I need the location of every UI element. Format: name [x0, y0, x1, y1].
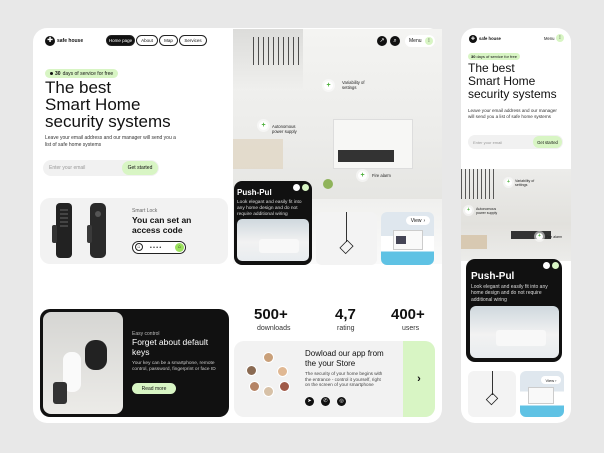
mobile-push-pul-title: Push-Pul [471, 271, 515, 282]
stat-rating-value: 4,7 [335, 306, 356, 323]
hero-title-line3: security systems [45, 112, 171, 131]
autonomous-label: Autonomous power supply [272, 124, 297, 135]
stat-rating-label: rating [337, 325, 355, 332]
mobile-title-line3: security systems [468, 87, 557, 101]
lock-device-image-2 [87, 203, 106, 258]
app-title: Dowload our app from the your Store [305, 349, 384, 368]
menu-button[interactable]: Menu ⁞ [405, 35, 435, 47]
stat-users-label: users [402, 325, 420, 332]
read-more-button[interactable]: Read more [132, 383, 176, 394]
nav-home[interactable]: Home page [106, 35, 135, 46]
mobile-fire-label: Fire alarm [546, 235, 563, 239]
stat-users-value: 400+ [391, 306, 425, 323]
mobile-push-pul-photo [470, 306, 559, 358]
fire-alarm-label: Fire alarm [372, 173, 391, 178]
chevron-right-icon: › [423, 217, 426, 224]
mobile-hero-title: The best Smart Home security systems [468, 62, 557, 101]
mobile-logo-icon[interactable]: ✚ [469, 35, 477, 43]
badge-dot-icon [50, 72, 53, 75]
view-label: View [410, 217, 422, 224]
hero-title-line1: The best [45, 78, 112, 97]
stat-downloads-value: 500+ [254, 306, 288, 323]
variability-label: Variability of settings [342, 80, 365, 91]
whatsapp-icon[interactable]: ✆ [321, 397, 330, 406]
view-button[interactable]: View › [406, 216, 430, 225]
avatar [246, 365, 257, 376]
avatar [277, 366, 288, 377]
variability-hotspot-icon[interactable]: + [324, 81, 333, 90]
arrow-right-icon: › [417, 373, 421, 385]
nav-map[interactable]: Map [159, 35, 178, 46]
share-icon[interactable]: ↗ [377, 36, 387, 46]
menu-label: Menu [409, 38, 422, 44]
nav-about[interactable]: About [136, 35, 158, 46]
mobile-badge-days: 30 [471, 54, 476, 59]
globe-icon[interactable]: ◎ [337, 397, 346, 406]
mobile-brand-name: safe house [479, 36, 501, 41]
lock-tag: Smart Lock [132, 208, 158, 214]
search-icon[interactable]: ⌕ [390, 36, 400, 46]
avatar [279, 381, 290, 392]
brand-name: safe house [57, 38, 84, 44]
push-pul-desc: Look elegant and easily fit into any hom… [237, 200, 302, 217]
mobile-badge-text: days of service for free [476, 54, 517, 59]
push-pul-photo [237, 219, 309, 261]
mobile-free-badge: 30 days of service for free [468, 53, 520, 60]
autonomous-hotspot-icon[interactable]: + [259, 121, 268, 130]
push-pul-add-icon[interactable] [302, 184, 309, 191]
lock-device-image [52, 203, 72, 258]
avatar [263, 386, 274, 397]
mobile-push-pul-toggle-icon[interactable] [543, 262, 550, 269]
mobile-get-started-button[interactable]: Get started [533, 136, 562, 148]
keys-title: Forget about default keys [132, 337, 209, 357]
mobile-autonomous-hotspot-icon[interactable]: + [465, 207, 472, 214]
logo-icon[interactable]: ✚ [45, 36, 55, 46]
mobile-autonomous-label: Autonomous power supply [476, 207, 498, 216]
telegram-icon[interactable]: ➤ [305, 397, 314, 406]
app-desc: The security of your home begins with th… [305, 371, 383, 388]
hero-title: The best Smart Home security systems [45, 79, 171, 130]
hero-title-line2: Smart Home [45, 95, 141, 114]
mobile-email-input[interactable]: Enter your email [473, 140, 502, 145]
nav-services[interactable]: Services [179, 35, 207, 46]
home-icon: ⌂ [135, 243, 143, 251]
mobile-lamp-card [468, 371, 516, 417]
get-started-button[interactable]: Get started [122, 161, 158, 175]
pendant-lamp-icon [339, 239, 354, 255]
mobile-menu-label[interactable]: Menu [544, 36, 554, 41]
mobile-variability-hotspot-icon[interactable]: + [505, 179, 512, 186]
lamp-card [316, 212, 377, 265]
mobile-fire-hotspot-icon[interactable]: + [536, 233, 543, 240]
code-dots: • • • • [150, 245, 162, 251]
mobile-pendant-lamp-icon [485, 392, 499, 406]
unlock-icon[interactable]: ⌂ [175, 243, 184, 252]
mobile-grid-icon[interactable]: ⁞ [556, 34, 564, 42]
fire-alarm-hotspot-icon[interactable]: + [358, 171, 367, 180]
avatar [249, 381, 260, 392]
mobile-push-pul-add-icon[interactable] [552, 262, 559, 269]
avatar [263, 352, 274, 363]
mobile-push-pul-desc: Look elegant and easily fit into any hom… [471, 284, 548, 303]
mobile-chevron-right-icon: › [555, 377, 557, 383]
free-service-badge: 30 days of service for free [45, 69, 119, 78]
badge-text: days of service for free [62, 70, 114, 77]
hero-description: Leave your email address and our manager… [45, 135, 176, 148]
lock-title: You can set an access code [132, 215, 192, 236]
mobile-variability-label: Variability of settings [515, 179, 535, 188]
mobile-view-label: View [545, 377, 555, 383]
grid-icon: ⁞ [425, 37, 433, 45]
mobile-view-button[interactable]: View › [541, 376, 561, 384]
mobile-hero-desc: Leave your email address and our manager… [468, 108, 557, 119]
keys-photo [43, 312, 123, 414]
email-input[interactable]: Enter your email [49, 165, 85, 171]
push-pul-title: Push-Pul [237, 188, 272, 197]
badge-days: 30 [55, 70, 61, 77]
stat-downloads-label: downloads [257, 325, 291, 332]
keys-desc: Your key can be a smartphone, remote con… [132, 361, 216, 372]
push-pul-toggle-icon[interactable] [293, 184, 300, 191]
app-next-button[interactable]: › [403, 341, 435, 417]
